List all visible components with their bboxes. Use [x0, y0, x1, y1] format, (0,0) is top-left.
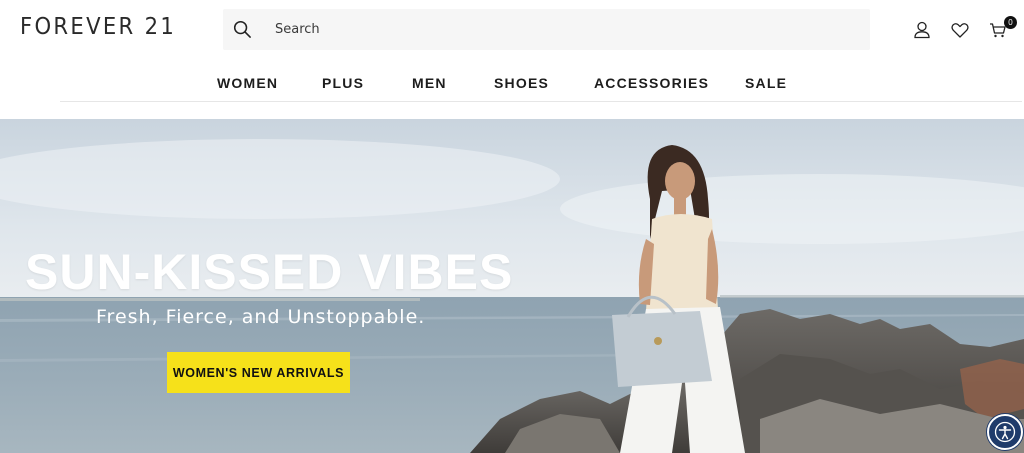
hero-subtitle: Fresh, Fierce, and Unstoppable.: [96, 306, 426, 328]
nav-item-accessories[interactable]: ACCESSORIES: [594, 75, 709, 91]
nav-item-sale[interactable]: SALE: [745, 75, 787, 91]
accessibility-icon: [994, 421, 1016, 443]
site-header: FOREVER 21 0: [0, 0, 1024, 60]
nav-item-shoes[interactable]: SHOES: [494, 75, 549, 91]
user-icon[interactable]: [912, 20, 932, 40]
hero-title: SUN-KISSED VIBES: [25, 244, 514, 300]
accessibility-button[interactable]: [987, 414, 1023, 450]
nav-item-men[interactable]: MEN: [412, 75, 447, 91]
heart-icon[interactable]: [950, 20, 970, 40]
search-bar[interactable]: [223, 9, 870, 50]
search-input[interactable]: [275, 9, 855, 50]
hero-banner[interactable]: SUN-KISSED VIBES Fresh, Fierce, and Unst…: [0, 119, 1024, 453]
search-icon[interactable]: [233, 20, 252, 39]
brand-logo[interactable]: FOREVER 21: [20, 14, 176, 40]
main-nav: WOMEN PLUS MEN SHOES ACCESSORIES SALE: [0, 60, 1024, 102]
shop-womens-new-arrivals-button[interactable]: WOMEN'S NEW ARRIVALS: [167, 352, 350, 393]
nav-item-women[interactable]: WOMEN: [217, 75, 278, 91]
nav-divider: [60, 101, 1022, 102]
cart-count-badge: 0: [1004, 16, 1017, 29]
nav-item-plus[interactable]: PLUS: [322, 75, 364, 91]
